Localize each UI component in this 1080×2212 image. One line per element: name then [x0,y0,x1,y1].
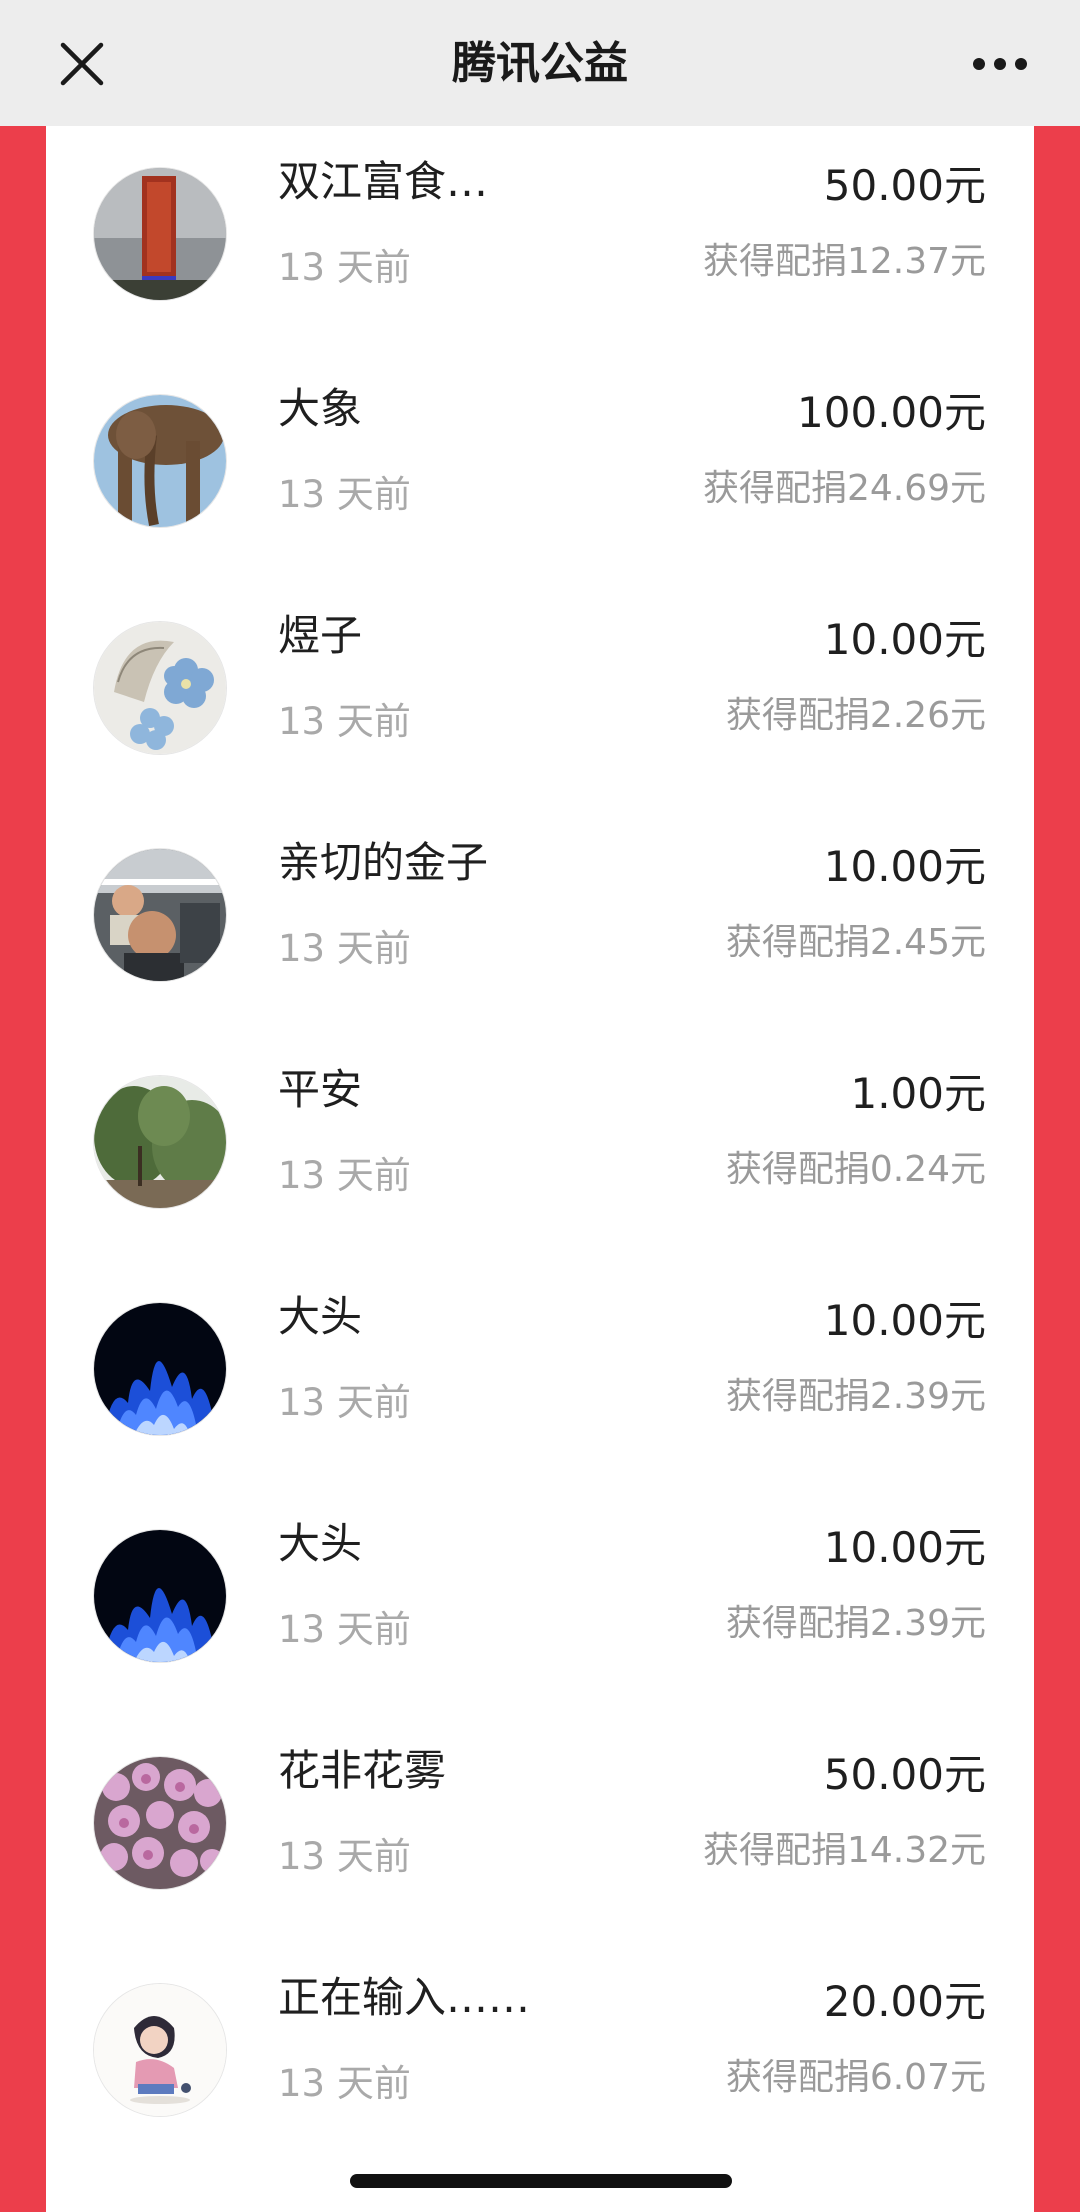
home-indicator[interactable] [350,2174,732,2188]
close-button[interactable] [44,26,120,102]
donor-name: 亲切的金子 [278,838,489,887]
donor-name: 大头 [278,1292,363,1341]
donation-amount: 1.00元 [850,1069,986,1118]
donation-row[interactable]: 大象 13 天前 100.00元 获得配捐24.69元 [46,353,1034,580]
donor-name: 花非花雾 [278,1746,447,1795]
donation-amount: 10.00元 [823,842,986,891]
donation-row[interactable]: 亲切的金子 13 天前 10.00元 获得配捐2.45元 [46,807,1034,1034]
donation-time: 13 天前 [278,1835,411,1878]
donor-name: 正在输入…… [278,1973,531,2022]
matched-donation: 获得配捐0.24元 [725,1149,986,1190]
close-icon [60,42,104,86]
matched-donation: 获得配捐24.69元 [702,468,986,509]
avatar[interactable] [94,849,226,981]
donation-time: 13 天前 [278,700,411,743]
avatar[interactable] [94,1530,226,1662]
avatar-cartoon-girl [94,1984,226,2116]
donation-row[interactable]: 双江富食… 13 天前 50.00元 获得配捐12.37元 [46,126,1034,353]
avatar-azalea [94,1757,226,1889]
donation-amount: 50.00元 [823,161,986,210]
donor-name: 平安 [278,1065,363,1114]
donor-name: 双江富食… [278,157,489,206]
avatar[interactable] [94,1303,226,1435]
avatar-elephant [94,395,226,527]
red-side-border-right [1034,126,1080,2212]
donor-name: 煜子 [278,611,363,660]
top-nav-bar: 腾讯公益 [0,0,1080,126]
donation-time: 13 天前 [278,927,411,970]
donation-row[interactable]: 平安 13 天前 1.00元 获得配捐0.24元 [46,1034,1034,1261]
donation-time: 13 天前 [278,473,411,516]
matched-donation: 获得配捐6.07元 [725,2057,986,2098]
donation-amount: 10.00元 [823,1523,986,1572]
avatar-tower [94,168,226,300]
donation-amount: 10.00元 [823,1296,986,1345]
red-side-border-left [0,126,46,2212]
donation-row[interactable]: 大头 13 天前 10.00元 获得配捐2.39元 [46,1488,1034,1715]
avatar[interactable] [94,395,226,527]
donation-time: 13 天前 [278,1608,411,1651]
matched-donation: 获得配捐2.45元 [725,922,986,963]
donor-name: 大头 [278,1519,363,1568]
avatar-blue-flame [94,1530,226,1662]
donation-time: 13 天前 [278,246,411,289]
avatar[interactable] [94,1984,226,2116]
donation-list[interactable]: 双江富食… 13 天前 50.00元 获得配捐12.37元 大象 13 天前 1… [46,126,1034,2212]
donation-amount: 10.00元 [823,615,986,664]
matched-donation: 获得配捐12.37元 [702,241,986,282]
donation-amount: 50.00元 [823,1750,986,1799]
page-title: 腾讯公益 [452,38,628,89]
donation-time: 13 天前 [278,1381,411,1424]
avatar[interactable] [94,1076,226,1208]
more-icon [973,58,1027,70]
donation-time: 13 天前 [278,2062,411,2105]
avatar[interactable] [94,1757,226,1889]
donation-time: 13 天前 [278,1154,411,1197]
more-button[interactable] [960,26,1040,102]
matched-donation: 获得配捐14.32元 [702,1830,986,1871]
avatar[interactable] [94,168,226,300]
donation-row[interactable]: 花非花雾 13 天前 50.00元 获得配捐14.32元 [46,1715,1034,1942]
matched-donation: 获得配捐2.39元 [725,1376,986,1417]
donation-row[interactable]: 正在输入…… 13 天前 20.00元 获得配捐6.07元 [46,1942,1034,2169]
donation-row[interactable]: 大头 13 天前 10.00元 获得配捐2.39元 [46,1261,1034,1488]
matched-donation: 获得配捐2.26元 [725,695,986,736]
matched-donation: 获得配捐2.39元 [725,1603,986,1644]
avatar-blue-flame [94,1303,226,1435]
avatar-flowers [94,622,226,754]
avatar-family [94,849,226,981]
avatar-trees [94,1076,226,1208]
donation-amount: 20.00元 [823,1977,986,2026]
donation-row[interactable]: 煜子 13 天前 10.00元 获得配捐2.26元 [46,580,1034,807]
avatar[interactable] [94,622,226,754]
donor-name: 大象 [278,384,363,433]
donation-amount: 100.00元 [797,388,986,437]
